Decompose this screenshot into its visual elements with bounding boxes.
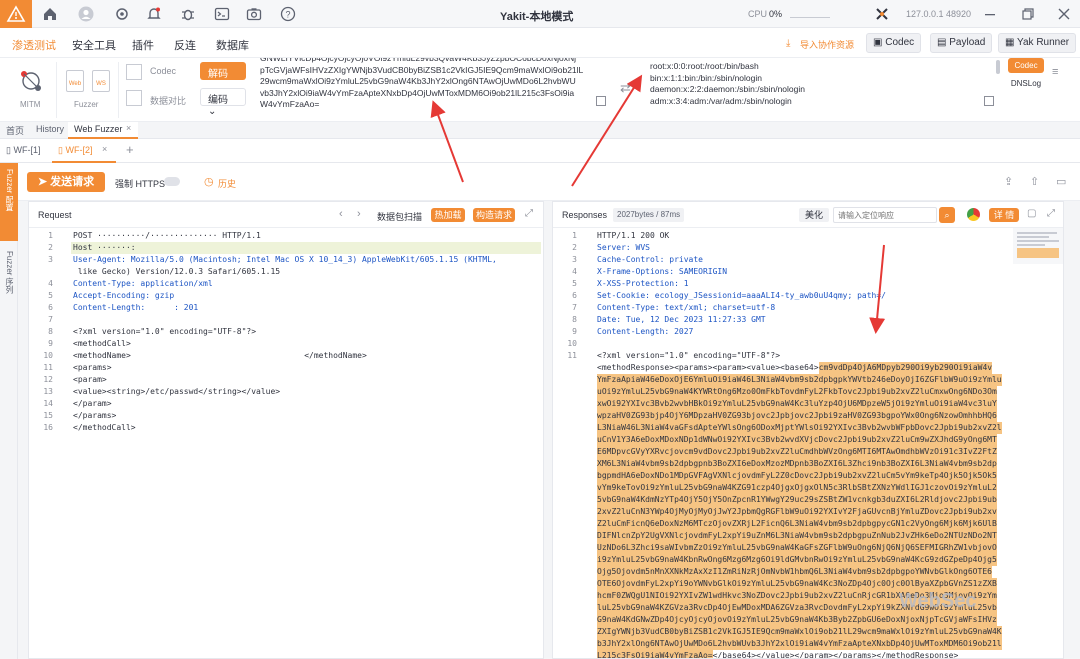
annotation-arrows	[430, 74, 886, 334]
arrow-to-codec-output	[571, 74, 643, 187]
arrow-to-base64	[869, 244, 886, 334]
arrow-to-codec-input	[430, 100, 464, 183]
